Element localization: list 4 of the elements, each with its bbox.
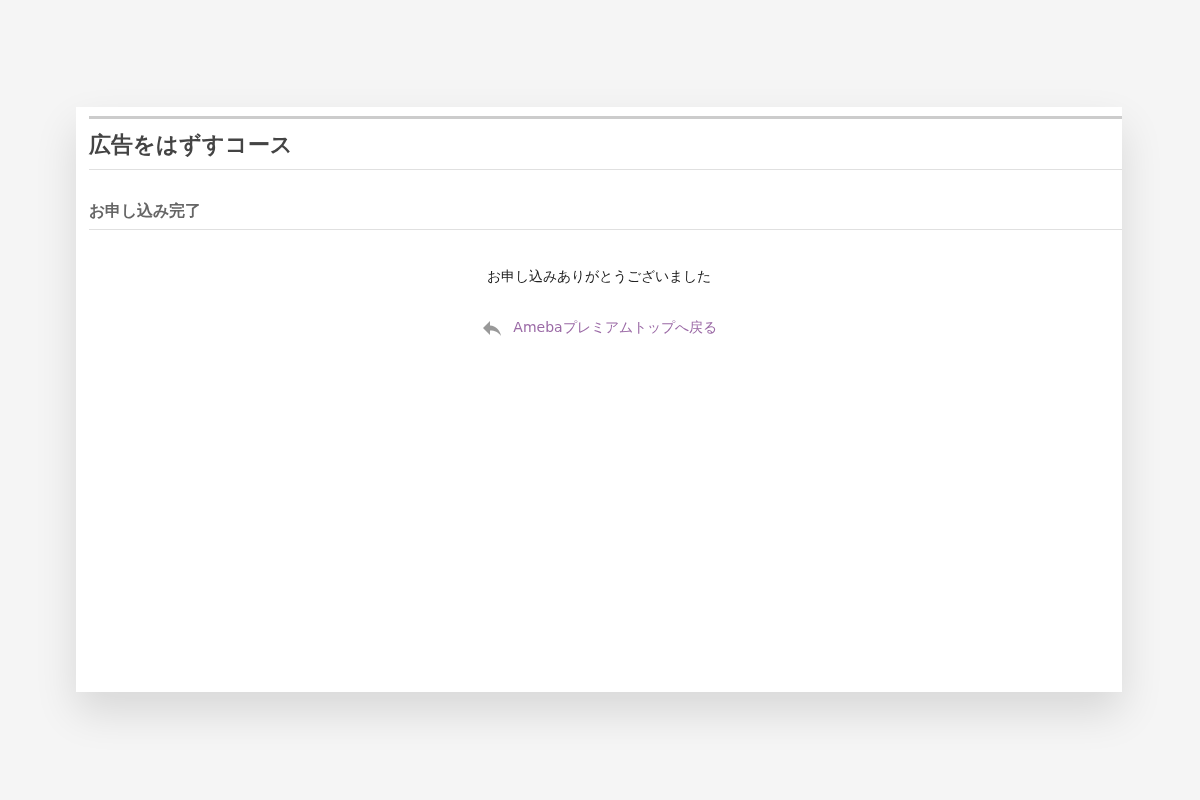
page-title: 広告をはずすコース [89,130,293,159]
section-title: お申し込み完了 [89,200,201,222]
back-link[interactable]: Amebaプレミアムトップへ戻る [513,317,717,338]
thank-you-message: お申し込みありがとうございました [487,267,711,286]
